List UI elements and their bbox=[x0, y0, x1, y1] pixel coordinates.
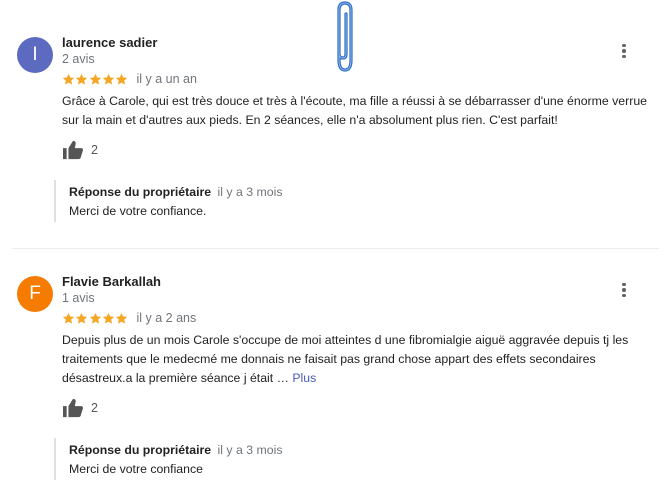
thumb-up-icon bbox=[63, 398, 83, 418]
star-icon bbox=[89, 312, 101, 324]
star-icon bbox=[116, 312, 128, 324]
avatar-initial: F bbox=[29, 283, 41, 304]
review-time: il y a 2 ans bbox=[136, 311, 197, 325]
more-vert-icon[interactable] bbox=[614, 41, 634, 61]
paperclip-icon bbox=[337, 1, 353, 72]
like-count: 2 bbox=[91, 401, 98, 415]
like-count: 2 bbox=[91, 143, 98, 157]
star-icon bbox=[89, 73, 101, 85]
reply-text: Merci de votre confiance. bbox=[69, 204, 207, 218]
avatar-initial: I bbox=[32, 44, 38, 65]
author-name[interactable]: Flavie Barkallah bbox=[62, 274, 161, 289]
star-icon bbox=[102, 312, 115, 324]
review-count: 2 avis bbox=[62, 52, 95, 66]
like-button[interactable]: 2 bbox=[62, 140, 98, 160]
more-vert-icon[interactable] bbox=[614, 280, 634, 300]
like-button[interactable]: 2 bbox=[62, 398, 98, 418]
reply-owner-label: Réponse du propriétaire bbox=[69, 185, 212, 199]
star-rating bbox=[62, 312, 128, 325]
reviews-page: I laurence sadier 2 avis il y a un an Gr… bbox=[0, 0, 671, 492]
reply-owner-label: Réponse du propriétaire bbox=[69, 443, 212, 457]
review-text: Grâce à Carole, qui est très douce et tr… bbox=[62, 92, 660, 130]
reply-time: il y a 3 mois bbox=[217, 443, 283, 457]
review-count: 1 avis bbox=[62, 291, 95, 305]
reply-time: il y a 3 mois bbox=[217, 185, 283, 199]
star-icon bbox=[62, 73, 75, 85]
more-link[interactable]: Plus bbox=[292, 371, 316, 385]
star-icon bbox=[102, 73, 115, 85]
review-text-content: Depuis plus de un mois Carole s'occupe d… bbox=[62, 333, 629, 385]
review-text-content: Grâce à Carole, qui est très douce et tr… bbox=[62, 94, 647, 127]
star-icon bbox=[116, 73, 128, 85]
reply-header: Réponse du propriétaire il y a 3 mois bbox=[69, 443, 282, 457]
star-icon bbox=[76, 73, 88, 85]
review-divider bbox=[12, 248, 659, 249]
star-icon bbox=[62, 312, 75, 324]
reply-text: Merci de votre confiance bbox=[69, 462, 203, 476]
avatar[interactable]: F bbox=[17, 276, 53, 312]
avatar[interactable]: I bbox=[17, 37, 53, 73]
thumb-up-icon bbox=[63, 140, 83, 160]
author-name[interactable]: laurence sadier bbox=[62, 35, 157, 50]
owner-reply: Réponse du propriétaire il y a 3 mois Me… bbox=[54, 438, 668, 480]
reply-header: Réponse du propriétaire il y a 3 mois bbox=[69, 185, 282, 199]
rating-row: il y a un an bbox=[62, 72, 197, 86]
rating-row: il y a 2 ans bbox=[62, 311, 196, 325]
review-time: il y a un an bbox=[136, 72, 197, 86]
star-icon bbox=[76, 312, 88, 324]
owner-reply: Réponse du propriétaire il y a 3 mois Me… bbox=[54, 180, 668, 222]
star-rating bbox=[62, 73, 128, 86]
review-text: Depuis plus de un mois Carole s'occupe d… bbox=[62, 331, 660, 388]
